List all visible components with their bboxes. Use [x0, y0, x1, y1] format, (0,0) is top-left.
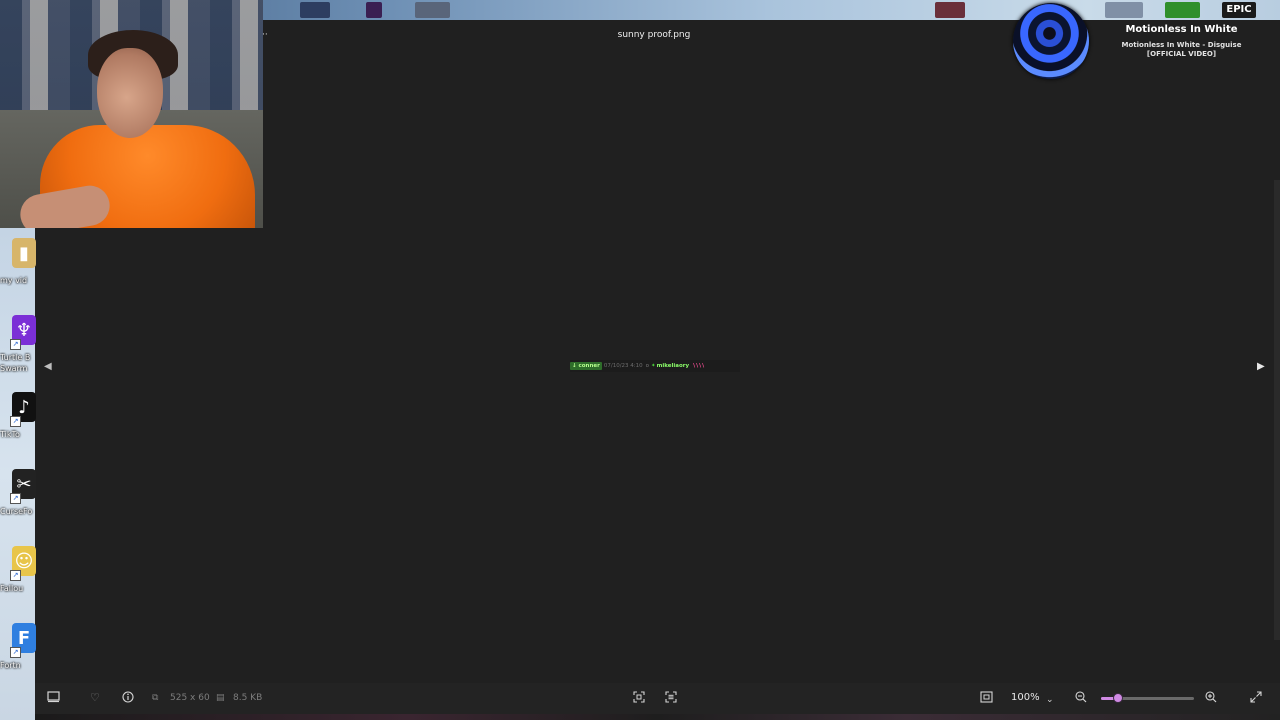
album-art [1013, 3, 1089, 79]
taskbar-app-icon[interactable] [366, 2, 382, 18]
chat-separator: o [645, 363, 650, 369]
shortcut-arrow-icon: ↗ [10, 339, 21, 350]
chevron-down-icon[interactable]: ⌄ [1046, 693, 1054, 707]
zoom-slider-thumb[interactable] [1112, 693, 1123, 703]
zoom-level-select[interactable]: 100% [1011, 692, 1040, 703]
desktop-icon-curseforge[interactable]: ✂ ↗ CurseFo [0, 469, 36, 539]
desktop-icon-fallout[interactable]: ☺ ↗ Fallou [0, 546, 36, 616]
full-screen-icon[interactable] [1250, 691, 1262, 707]
desktop-icon-label: CurseFo [0, 507, 33, 516]
shortcut-arrow-icon: ↗ [10, 647, 21, 658]
shortcut-arrow-icon: ↗ [10, 493, 21, 504]
chat-badge-icon: ✦ [651, 363, 656, 369]
desktop-icon-tiktok[interactable]: ♪ ↗ TikTo [0, 392, 36, 462]
zoom-in-icon[interactable] [1205, 691, 1217, 707]
chat-message: \\\\ [693, 363, 706, 369]
favorite-heart-icon[interactable]: ♡ [90, 691, 100, 705]
desktop-icon-label: TikTo [0, 430, 20, 439]
more-options-icon[interactable]: ·· [262, 30, 268, 40]
now-playing-artist: Motionless In White [1125, 24, 1238, 35]
now-playing-widget: Motionless In White Motionless In White … [1010, 0, 1280, 90]
chat-timestamp: 07/10/23 4:10 [603, 363, 643, 369]
window-edge [1274, 180, 1280, 640]
desktop-icon-label: my vid [0, 276, 28, 285]
desktop-icon-label: Turtle B Swarm [0, 353, 31, 373]
now-playing-song: Motionless In White - Disguise [OFFICIAL… [1121, 41, 1242, 58]
displayed-image: ↓ conner 07/10/23 4:10 o ✦ mikeliaory \\… [570, 360, 740, 372]
taskbar-app-icon[interactable] [415, 2, 450, 18]
desktop-icon-label: Fallou [0, 584, 24, 593]
image-dimensions: 525 x 60 [170, 693, 210, 703]
shortcut-arrow-icon: ↗ [10, 416, 21, 427]
person-face [97, 48, 163, 138]
previous-image-button[interactable]: ◀ [44, 361, 52, 372]
webcam-overlay [0, 0, 263, 228]
desktop-icon-label: Fortn [0, 661, 21, 670]
dimensions-icon: ⧉ [152, 693, 159, 703]
info-icon[interactable] [122, 691, 134, 707]
zoom-slider[interactable] [1101, 693, 1194, 703]
rotate-icon[interactable] [633, 691, 645, 707]
folder-icon: ▮ [12, 238, 36, 268]
chat-username: mikeliaory [656, 363, 690, 369]
file-size-icon: ▤ [216, 693, 225, 703]
file-name-title: sunny proof.png [617, 30, 691, 40]
shortcut-arrow-icon: ↗ [10, 570, 21, 581]
taskbar-app-icon[interactable] [935, 2, 965, 18]
visual-search-icon[interactable] [665, 691, 677, 707]
desktop-icon-fortnite[interactable]: F ↗ Fortn [0, 623, 36, 693]
desktop-icon-turtle-beach[interactable]: ♆ ↗ Turtle B Swarm [0, 315, 36, 385]
next-image-button[interactable]: ▶ [1257, 361, 1265, 372]
taskbar-app-icon[interactable] [300, 2, 330, 18]
chat-reply-badge: ↓ conner [570, 362, 602, 370]
desktop-icon-column: ▮ my vid ♆ ↗ Turtle B Swarm ♪ ↗ TikTo ✂ ↗ CurseFo ☺… [0, 228, 36, 720]
viewer-toolbar: ♡ ⧉ 525 x 60 ▤ 8.5 KB 100% ⌄ [35, 683, 1280, 714]
zoom-out-icon[interactable] [1075, 691, 1087, 707]
desktop-bottom-strip [35, 714, 1280, 720]
desktop-icon-folder[interactable]: ▮ my vid [0, 238, 36, 308]
fit-to-window-icon[interactable] [980, 691, 993, 707]
file-size: 8.5 KB [233, 693, 263, 703]
filmstrip-icon[interactable] [47, 691, 60, 707]
